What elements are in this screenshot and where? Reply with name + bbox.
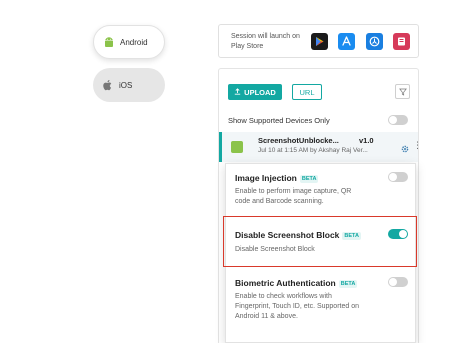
- play-store-icon[interactable]: [311, 33, 328, 50]
- option-title: Biometric Authentication: [235, 278, 336, 288]
- option-description: Enable to check workflows with Fingerpri…: [235, 293, 359, 320]
- android-platform-button[interactable]: Android: [93, 25, 165, 59]
- apple-icon: [102, 79, 114, 91]
- ios-platform-button[interactable]: iOS: [93, 68, 165, 102]
- url-button[interactable]: URL: [292, 84, 322, 100]
- testflight-icon[interactable]: [366, 33, 383, 50]
- android-platform-label: Android: [120, 37, 148, 47]
- android-icon: [103, 36, 115, 48]
- upload-button[interactable]: UPLOAD: [228, 84, 282, 100]
- ios-platform-label: iOS: [119, 80, 133, 90]
- show-supported-label: Show Supported Devices Only: [228, 116, 330, 125]
- image-injection-toggle[interactable]: [388, 172, 408, 182]
- option-title: Image Injection: [235, 173, 297, 183]
- beta-badge: BETA: [299, 174, 319, 183]
- beta-badge: BETA: [338, 279, 358, 288]
- app-center-icon[interactable]: [393, 33, 410, 50]
- gear-icon[interactable]: [400, 141, 410, 153]
- option-description: Enable to perform image capture, QR code…: [235, 188, 352, 205]
- app-store-icon[interactable]: [338, 33, 355, 50]
- session-launch-text: Session will launch on Play Store: [231, 33, 300, 50]
- session-launch-card: Session will launch on Play Store: [218, 24, 419, 58]
- upload-icon: [234, 87, 241, 97]
- biometric-authentication-toggle[interactable]: [388, 277, 408, 287]
- more-options-icon[interactable]: ⋮: [413, 140, 422, 150]
- app-list-item[interactable]: ScreenshotUnblocke... v1.0 Jul 10 at 1:1…: [219, 132, 422, 162]
- app-icon: [231, 141, 243, 153]
- app-meta: Jul 10 at 1:15 AM by Akshay Raj Ver...: [258, 147, 368, 154]
- app-name: ScreenshotUnblocke...: [258, 136, 339, 145]
- highlight-box: [223, 216, 417, 267]
- filter-icon: [398, 83, 407, 101]
- filter-button[interactable]: [395, 84, 410, 99]
- show-supported-toggle[interactable]: [388, 115, 408, 125]
- app-version: v1.0: [359, 136, 374, 145]
- upload-label: UPLOAD: [244, 87, 276, 97]
